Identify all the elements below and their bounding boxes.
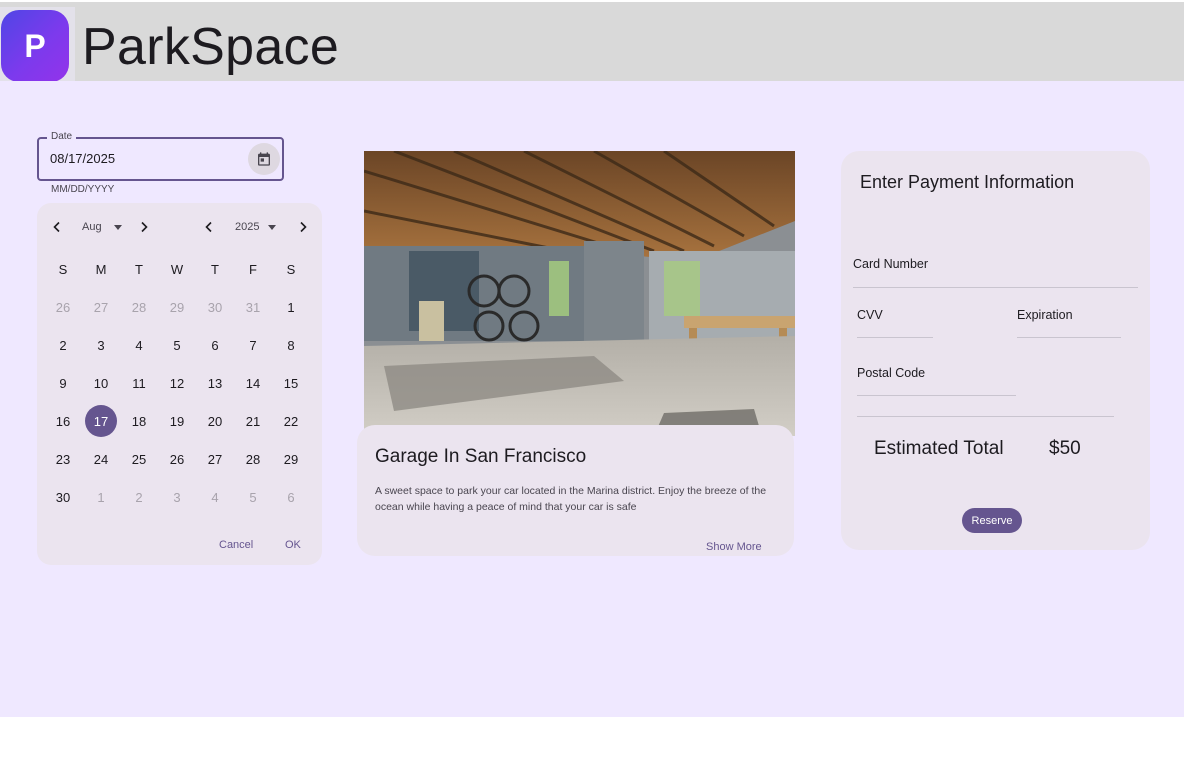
calendar-day[interactable]: 4 bbox=[199, 481, 231, 513]
cvv-underline bbox=[857, 337, 933, 338]
calendar-day-selected[interactable]: 17 bbox=[85, 405, 117, 437]
chevron-down-icon bbox=[268, 224, 277, 230]
calendar-day[interactable]: 5 bbox=[161, 329, 193, 361]
card-number-field[interactable]: Card Number bbox=[853, 257, 928, 271]
calendar-day[interactable]: 7 bbox=[237, 329, 269, 361]
calendar-day[interactable]: 27 bbox=[199, 443, 231, 475]
date-field-value[interactable]: 08/17/2025 bbox=[50, 151, 115, 166]
logo-badge: P bbox=[1, 10, 69, 82]
weekday-header: W bbox=[170, 261, 184, 277]
prev-month-icon[interactable] bbox=[47, 217, 67, 237]
logo-letter: P bbox=[24, 27, 46, 64]
payment-title: Enter Payment Information bbox=[860, 172, 1075, 192]
expiration-underline bbox=[1017, 337, 1121, 338]
calendar-day[interactable]: 1 bbox=[275, 291, 307, 323]
calendar-day[interactable]: 14 bbox=[237, 367, 269, 399]
calendar-day[interactable]: 6 bbox=[275, 481, 307, 513]
calendar-day[interactable]: 23 bbox=[47, 443, 79, 475]
month-select[interactable]: Aug bbox=[82, 217, 122, 237]
show-more-button[interactable]: Show More bbox=[706, 541, 762, 553]
calendar-day[interactable]: 13 bbox=[199, 367, 231, 399]
calendar-day[interactable]: 16 bbox=[47, 405, 79, 437]
calendar-day[interactable]: 28 bbox=[237, 443, 269, 475]
calendar-day[interactable]: 30 bbox=[199, 291, 231, 323]
expiration-field[interactable]: Expiration bbox=[1017, 308, 1073, 322]
calendar-day[interactable]: 12 bbox=[161, 367, 193, 399]
calendar-day[interactable]: 29 bbox=[161, 291, 193, 323]
weekday-header: T bbox=[211, 261, 219, 277]
date-field-label: Date bbox=[47, 130, 77, 144]
calendar-day[interactable]: 15 bbox=[275, 367, 307, 399]
calendar-day[interactable]: 29 bbox=[275, 443, 307, 475]
calendar-day[interactable]: 28 bbox=[123, 291, 155, 323]
calendar-day[interactable]: 31 bbox=[237, 291, 269, 323]
reserve-button[interactable]: Reserve bbox=[962, 508, 1022, 533]
calendar-icon[interactable] bbox=[248, 143, 280, 175]
garage-photo bbox=[364, 151, 795, 436]
calendar-day[interactable]: 1 bbox=[85, 481, 117, 513]
calendar-day[interactable]: 8 bbox=[275, 329, 307, 361]
date-field[interactable]: Date 08/17/2025 bbox=[37, 130, 284, 181]
calendar-day[interactable]: 22 bbox=[275, 405, 307, 437]
cancel-button[interactable]: Cancel bbox=[219, 539, 253, 551]
prev-year-icon[interactable] bbox=[199, 217, 219, 237]
listing-title: Garage In San Francisco bbox=[375, 446, 587, 467]
calendar-day[interactable]: 18 bbox=[123, 405, 155, 437]
postal-code-field[interactable]: Postal Code bbox=[857, 366, 925, 380]
weekday-header: S bbox=[58, 261, 68, 277]
calendar-day[interactable]: 3 bbox=[85, 329, 117, 361]
estimated-total-label: Estimated Total bbox=[874, 438, 1004, 459]
main-content: Date 08/17/2025 MM/DD/YYYY Aug 2025 SMTW… bbox=[0, 81, 1184, 717]
date-picker: Aug 2025 S M T W T F S 26 27 28 29 30 31 1 2 3 4 5 6 7 8 9 10 1… bbox=[37, 203, 322, 565]
calendar-day[interactable]: 10 bbox=[85, 367, 117, 399]
app-bar: P ParkSpace bbox=[0, 2, 1184, 82]
chevron-down-icon bbox=[113, 224, 122, 230]
app-title: ParkSpace bbox=[82, 18, 340, 76]
app-logo: P bbox=[0, 7, 75, 82]
ok-button[interactable]: OK bbox=[285, 539, 301, 551]
calendar-day[interactable]: 5 bbox=[237, 481, 269, 513]
year-select[interactable]: 2025 bbox=[235, 217, 277, 237]
payment-card: Enter Payment Information Card Number CV… bbox=[841, 151, 1150, 550]
listing-card: Garage In San Francisco A sweet space to… bbox=[357, 425, 794, 556]
next-year-icon[interactable] bbox=[293, 217, 313, 237]
calendar-day[interactable]: 30 bbox=[47, 481, 79, 513]
total-divider bbox=[857, 416, 1114, 417]
cvv-field[interactable]: CVV bbox=[857, 308, 883, 322]
calendar-day[interactable]: 21 bbox=[237, 405, 269, 437]
weekday-header: T bbox=[135, 261, 143, 277]
weekday-header: F bbox=[249, 261, 257, 277]
calendar-day[interactable]: 3 bbox=[161, 481, 193, 513]
calendar-day[interactable]: 20 bbox=[199, 405, 231, 437]
month-select-value: Aug bbox=[82, 221, 102, 233]
year-select-value: 2025 bbox=[235, 221, 260, 233]
calendar-day[interactable]: 11 bbox=[123, 367, 155, 399]
weekday-header: M bbox=[95, 261, 107, 277]
calendar-day[interactable]: 27 bbox=[85, 291, 117, 323]
calendar-day[interactable]: 2 bbox=[47, 329, 79, 361]
postal-code-underline bbox=[857, 395, 1016, 396]
estimated-total-value: $50 bbox=[1049, 438, 1081, 459]
calendar-day[interactable]: 6 bbox=[199, 329, 231, 361]
calendar-day[interactable]: 24 bbox=[85, 443, 117, 475]
calendar-day[interactable]: 26 bbox=[161, 443, 193, 475]
calendar-day[interactable]: 26 bbox=[47, 291, 79, 323]
calendar-day[interactable]: 19 bbox=[161, 405, 193, 437]
calendar-day[interactable]: 2 bbox=[123, 481, 155, 513]
calendar-day[interactable]: 9 bbox=[47, 367, 79, 399]
card-number-underline bbox=[853, 287, 1138, 288]
date-field-hint: MM/DD/YYYY bbox=[51, 184, 115, 195]
next-month-icon[interactable] bbox=[134, 217, 154, 237]
calendar-day[interactable]: 25 bbox=[123, 443, 155, 475]
calendar-day[interactable]: 4 bbox=[123, 329, 155, 361]
listing-description: A sweet space to park your car located i… bbox=[375, 485, 767, 513]
weekday-header: S bbox=[286, 261, 296, 277]
